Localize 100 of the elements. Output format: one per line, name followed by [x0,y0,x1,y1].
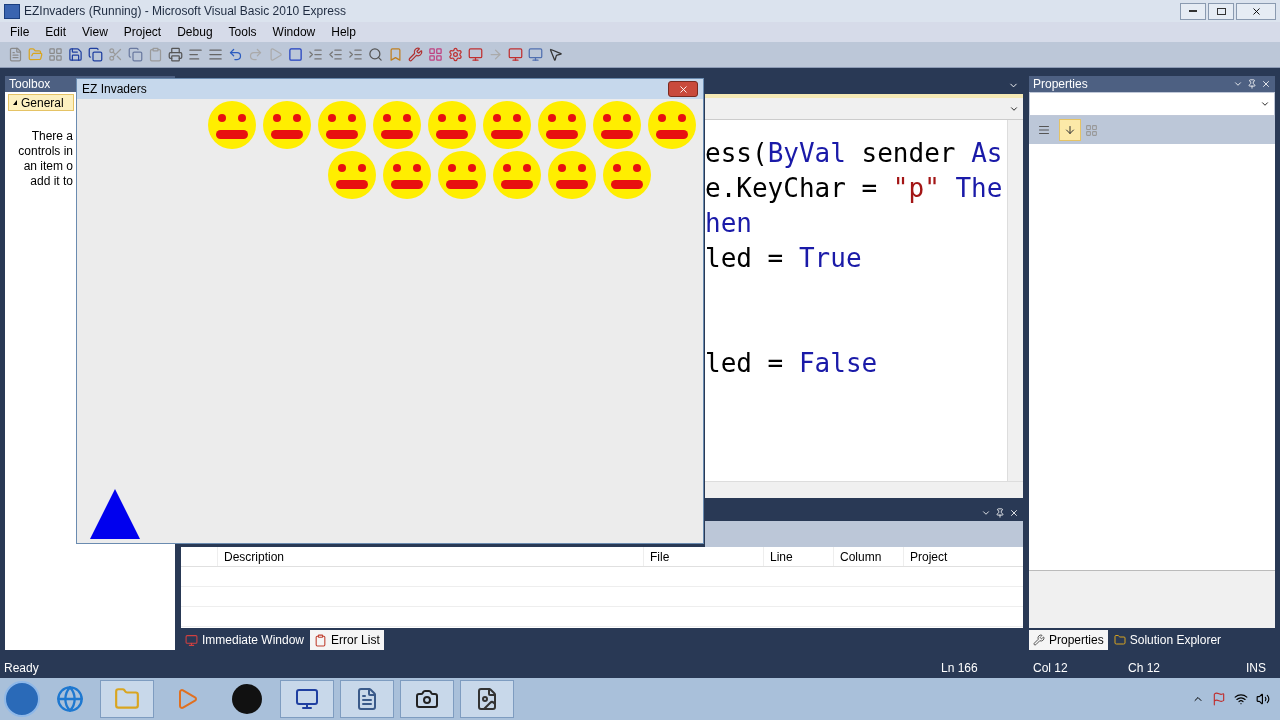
start-button[interactable] [4,681,40,717]
smiley-invader-icon [373,101,421,149]
monitor-icon [295,687,319,711]
stop-icon[interactable] [288,47,303,62]
undo-icon[interactable] [228,47,243,62]
code-token: True [798,242,862,275]
smiley-invader-icon [438,151,486,199]
action-center-icon[interactable] [1212,692,1226,706]
minimize-button[interactable] [1180,2,1206,20]
status-column: Col 12 [1033,659,1128,677]
smiley-invader-icon [538,101,586,149]
camera-icon [415,687,439,711]
toolbox-group-header[interactable]: General [8,94,74,111]
clipboard-icon [314,633,328,647]
folder-icon [1113,634,1126,646]
dropdown-icon[interactable] [1233,79,1243,89]
close-icon[interactable] [1009,507,1019,518]
code-token: led = [705,347,785,380]
app-icon [4,3,20,19]
player-ship-icon [90,489,140,539]
close-icon[interactable] [1261,79,1271,89]
code-token: False [798,347,878,380]
new-file-icon[interactable] [8,47,23,62]
code-token: led = [705,242,785,275]
restore-button[interactable] [1208,2,1234,20]
smiley-invader-icon [648,101,696,149]
close-icon [677,83,689,95]
window-title: EZ Invaders [82,81,147,98]
column-header[interactable]: Column [833,547,903,566]
status-line: Ln 166 [941,660,979,677]
network-icon[interactable] [1234,692,1248,706]
close-icon [1250,5,1262,17]
pin-icon[interactable] [995,507,1005,518]
menu-item[interactable]: Window [264,23,324,41]
smiley-invader-icon [383,151,431,199]
toolbox-hint-text: add it to [30,174,73,189]
folder-icon [114,686,140,712]
column-header[interactable]: Project [903,547,1023,566]
column-header[interactable]: Description [217,547,643,566]
code-editor[interactable]: ess(ByVal sender As e.KeyChar = "p" The hen led = True led = False [705,120,1023,481]
code-token: sender [860,137,957,170]
pin-icon[interactable] [1247,79,1257,89]
toolbox-hint-text: controls in [18,144,73,159]
panel-tab[interactable]: Error List [310,630,384,650]
code-token: The [954,172,1003,205]
circle-logo-icon [232,684,262,714]
vertical-scrollbar[interactable] [1007,120,1023,481]
close-button[interactable] [668,81,698,97]
panel-title: Properties [1033,76,1088,93]
code-token: hen [705,207,752,240]
column-header[interactable]: Line [763,547,833,566]
smiley-invader-icon [548,151,596,199]
status-char: Ch 12 [1128,660,1162,677]
caret-icon [1260,99,1270,109]
smiley-invader-icon [493,151,541,199]
smiley-invader-icon [428,101,476,149]
list-icon [1038,124,1050,136]
volume-icon[interactable] [1256,692,1270,706]
menu-item[interactable]: View [74,23,116,41]
code-token: ByVal [767,137,846,170]
smiley-invader-icon [483,101,531,149]
panel-title: Toolbox [9,76,51,93]
taskbar-button[interactable] [400,680,454,718]
status-text: Ready [4,660,39,677]
code-token: "p" [892,172,940,205]
sort-alphabetical-button[interactable] [1059,119,1081,141]
copy-icon[interactable] [128,47,143,62]
menu-item[interactable]: Tools [220,23,265,41]
smiley-invader-icon [328,151,376,199]
taskbar-button[interactable] [340,680,394,718]
save-icon[interactable] [68,47,83,62]
panel-tab[interactable]: Properties [1029,630,1108,650]
menu-item[interactable]: Debug [169,23,221,41]
panel-tab[interactable]: Solution Explorer [1109,630,1226,650]
smiley-invader-icon [318,101,366,149]
menu-item[interactable]: Project [115,23,170,41]
start-icon[interactable] [268,47,283,62]
image-file-icon [475,687,499,711]
code-token: ess( [705,137,768,170]
code-token: As [971,137,1003,170]
toolbox-hint-text: an item o [23,159,73,174]
horizontal-scrollbar[interactable] [705,481,1023,498]
sort-arrow-icon [1064,124,1076,136]
panel-tab[interactable]: Immediate Window [181,630,309,650]
taskbar-button[interactable] [280,680,334,718]
menu-item[interactable]: Help [323,23,364,41]
taskbar-button[interactable] [460,680,514,718]
status-mode: INS [1246,660,1267,677]
browser-icon[interactable] [56,685,84,713]
menu-item[interactable]: Edit [37,23,75,41]
window-title: EZInvaders (Running) - Microsoft Visual Basic 2010 Express [24,3,346,20]
column-header[interactable]: File [643,547,763,566]
pointer-icon[interactable] [548,47,563,62]
menu-item[interactable]: File [2,23,38,41]
toolbox-hint-text: There a [31,129,73,144]
smiley-invader-icon [208,101,256,149]
document-icon [355,687,379,711]
smiley-invader-icon [593,101,641,149]
code-token: e.KeyChar = [705,172,879,205]
wrench-icon [1033,634,1045,646]
